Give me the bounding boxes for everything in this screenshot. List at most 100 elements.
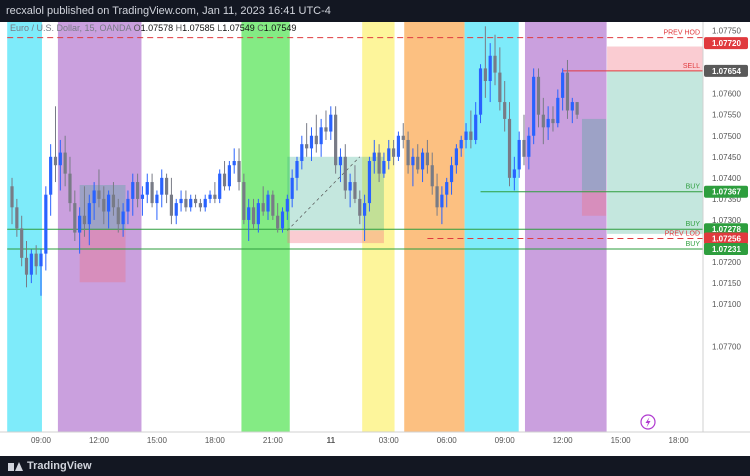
candle-body [189, 198, 193, 208]
candle-body [295, 161, 299, 178]
symbol-legend[interactable]: Euro / U.S. Dollar, 15, OANDA O1.07578 H… [10, 23, 296, 33]
candle-body [493, 55, 497, 73]
candle-body [242, 182, 246, 220]
level-label: BUY [686, 184, 701, 191]
candle-body [15, 207, 19, 229]
publisher-text: recxalol published on TradingView.com, J… [6, 5, 331, 17]
candle-body [464, 131, 468, 140]
position-stop-zone[interactable] [581, 190, 607, 216]
low-value: 1.07549 [222, 23, 255, 33]
candle-body [483, 68, 487, 82]
price-tick-label: 1.07500 [712, 132, 741, 141]
price-tick-label: 1.07700 [712, 342, 741, 351]
candle-body [49, 156, 53, 195]
open-value: 1.07578 [140, 23, 174, 33]
candle-body [102, 198, 106, 212]
candle-body [203, 198, 207, 208]
candle-body [382, 161, 386, 174]
candle-body [406, 139, 410, 166]
candle-body [280, 211, 285, 229]
price-badge-label: 1.07231 [712, 245, 741, 254]
candle-body [488, 55, 492, 82]
candle-body [565, 72, 570, 111]
price-tick-label: 1.07550 [712, 111, 741, 120]
candle-body [174, 203, 178, 216]
candle-body [377, 152, 381, 174]
candle-body [53, 156, 58, 166]
candle-body [329, 114, 333, 132]
candle-body [150, 182, 154, 204]
candle-body [213, 194, 217, 199]
candle-body [430, 165, 434, 187]
candle-body [232, 161, 236, 166]
high-value: 1.07585 [182, 23, 215, 33]
time-tick-label: 09:00 [31, 436, 52, 445]
price-tick-label: 1.07600 [712, 90, 741, 99]
candle-body [435, 186, 439, 208]
candle-body [24, 257, 29, 275]
candle-body [155, 194, 159, 204]
candle-body [348, 182, 352, 191]
price-badge-label: 1.07720 [712, 39, 741, 48]
level-label: PREV LOD [665, 230, 700, 237]
candle-body [305, 144, 309, 149]
session-band [404, 22, 465, 432]
candle-body [474, 114, 478, 140]
candle-body [416, 156, 420, 170]
candle-body [198, 203, 202, 208]
price-tick-label: 1.07150 [712, 279, 741, 288]
candle-body [527, 135, 531, 157]
time-tick-label: 11 [327, 436, 336, 445]
price-tick-label: 1.07750 [712, 27, 741, 36]
candle-body [34, 253, 38, 267]
level-label: BUY [686, 241, 701, 248]
candle-body [387, 148, 391, 162]
symbol-name[interactable]: Euro / U.S. Dollar, 15, OANDA [10, 23, 131, 33]
candle-body [401, 135, 405, 140]
price-chart[interactable]: PREV HOD SELL BUY BUY PREV LOD BUY 1.07750 1.0… [0, 0, 750, 476]
candle-body [503, 102, 507, 119]
candle-body [193, 198, 198, 204]
candle-body [570, 102, 574, 111]
candle-body [107, 194, 111, 212]
candle-body [78, 215, 82, 233]
candle-body [222, 173, 227, 187]
candle-body [218, 173, 222, 199]
position-stop-zone[interactable] [79, 229, 126, 283]
position-stop-zone[interactable] [287, 230, 384, 244]
candle-body [44, 194, 48, 254]
candle-body [556, 97, 560, 124]
close-value: 1.07549 [263, 23, 297, 33]
level-label: PREV HOD [663, 30, 700, 37]
publisher-header: recxalol published on TradingView.com, J… [0, 0, 750, 22]
candle-body [266, 194, 270, 212]
level-label: BUY [686, 221, 701, 228]
candle-body [140, 194, 145, 199]
candle-body [237, 161, 241, 183]
candle-body [459, 139, 463, 149]
candle-body [276, 215, 280, 229]
candle-body [445, 182, 449, 195]
price-tick-label: 1.07100 [712, 300, 741, 309]
time-tick-label: 12:00 [553, 436, 574, 445]
candle-body [575, 102, 579, 115]
candle-body [334, 114, 338, 166]
time-tick-label: 21:00 [263, 436, 284, 445]
candle-body [29, 253, 33, 275]
candle-body [391, 148, 396, 157]
candle-body [353, 182, 357, 199]
lightning-icon[interactable] [640, 414, 656, 430]
tradingview-logo-icon [8, 461, 23, 471]
candle-body [449, 165, 454, 183]
candle-body [411, 156, 415, 166]
time-tick-label: 15:00 [147, 436, 168, 445]
position-target-zone[interactable] [581, 118, 607, 191]
candle-body [314, 135, 318, 145]
position-target-zone[interactable] [607, 70, 703, 234]
time-tick-label: 15:00 [611, 436, 632, 445]
candle-body [507, 118, 512, 178]
price-tick-label: 1.07200 [712, 258, 741, 267]
level-label: SELL [683, 63, 700, 70]
candle-body [551, 118, 555, 124]
session-band [464, 22, 519, 432]
